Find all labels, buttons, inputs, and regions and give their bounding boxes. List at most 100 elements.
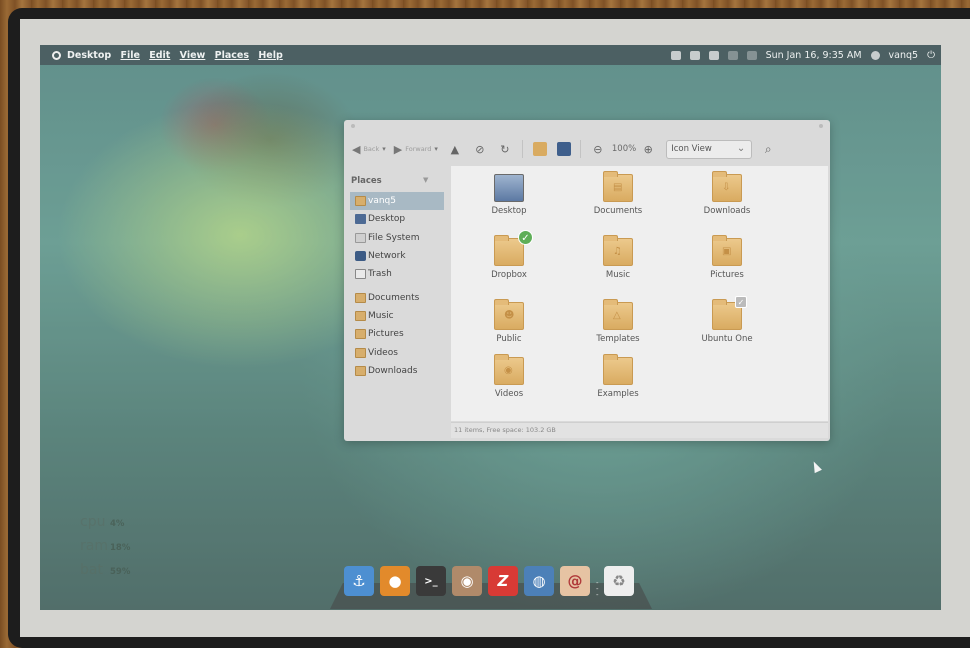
close-button[interactable] — [351, 124, 355, 128]
sidebar-item-file-system[interactable]: File System — [344, 229, 450, 247]
downloads-folder-icon: ⇩ — [712, 171, 742, 202]
speaker-icon[interactable]: ◉ — [452, 566, 482, 596]
folder-icon — [355, 347, 366, 358]
username[interactable]: vanq5 — [889, 50, 919, 61]
templates-folder-icon: △ — [603, 299, 633, 330]
drive-icon — [355, 232, 366, 243]
stat-cpu: cpu 4% — [80, 514, 125, 530]
volume-icon[interactable] — [727, 50, 738, 60]
menu-file[interactable]: File — [120, 50, 139, 61]
sidebar-item-desktop[interactable]: Desktop — [344, 210, 450, 228]
dropbox-tray-icon[interactable] — [689, 50, 700, 60]
battery-icon[interactable] — [708, 50, 719, 60]
filezilla-icon[interactable]: Z — [488, 566, 518, 596]
dock-separator: --- — [596, 579, 599, 599]
status-bar: 11 items, Free space: 103.2 GB — [451, 422, 828, 438]
back-dropdown-icon[interactable]: ▾ — [382, 145, 386, 153]
signal-icon[interactable] — [670, 50, 681, 60]
anchor-icon[interactable]: ⚓ — [344, 566, 374, 596]
places-dropdown-icon[interactable]: ▼ — [423, 176, 428, 184]
public-folder-icon: ☻ — [494, 299, 524, 330]
file-item-ubuntu-one[interactable]: ✓ Ubuntu One — [682, 296, 772, 344]
sync-check-icon: ✓ — [518, 230, 533, 245]
desktop-folder-icon — [494, 174, 524, 202]
dropbox-folder-icon: ✓ — [494, 230, 533, 266]
home-folder-icon[interactable] — [532, 142, 547, 156]
panel-tray: Sun Jan 16, 9:35 AM vanq5 ⏻ — [670, 45, 935, 65]
ubuntu-logo-icon[interactable] — [52, 50, 61, 60]
back-button[interactable]: ◀ Back ▾ — [352, 143, 386, 156]
sidebar-item-documents[interactable]: Documents — [344, 288, 450, 306]
file-item-public[interactable]: ☻ Public — [464, 299, 554, 344]
sidebar-item-videos[interactable]: Videos — [344, 343, 450, 361]
menu-edit[interactable]: Edit — [149, 50, 170, 61]
network-icon — [355, 251, 366, 262]
up-arrow-icon[interactable]: ▲ — [447, 141, 463, 157]
forward-dropdown-icon[interactable]: ▾ — [434, 145, 438, 153]
trash-icon — [355, 269, 366, 280]
file-view: Desktop ▤ Documents ⇩ Downloads ✓ Dropbo… — [451, 166, 828, 421]
sidebar-item-music[interactable]: Music — [344, 307, 450, 325]
sidebar-item-pictures[interactable]: Pictures — [344, 325, 450, 343]
folder-icon — [355, 329, 366, 340]
sidebar-item-downloads[interactable]: Downloads — [344, 362, 450, 380]
mail-icon[interactable] — [746, 50, 757, 60]
file-item-examples[interactable]: Examples — [573, 354, 663, 399]
file-item-documents[interactable]: ▤ Documents — [573, 171, 663, 216]
toolbar: ◀ Back ▾ ▶ Forward ▾ ▲ ⊘ ↻ ⊖ 100% ⊕ Icon… — [344, 134, 830, 164]
menu-places[interactable]: Places — [215, 50, 249, 61]
system-monitor-widget: cpu 4% ram 18% bat 59% — [80, 514, 130, 586]
file-item-videos[interactable]: ◉ Videos — [464, 354, 554, 399]
search-icon[interactable]: ⌕ — [760, 141, 776, 157]
ubuntu-one-folder-icon: ✓ — [712, 296, 747, 330]
zoom-out-icon[interactable]: ⊖ — [590, 141, 606, 157]
stat-ram: ram 18% — [80, 538, 131, 554]
power-icon[interactable]: ⏻ — [927, 50, 935, 61]
file-item-pictures[interactable]: ▣ Pictures — [682, 235, 772, 280]
music-folder-icon: ♫ — [603, 235, 633, 266]
forward-arrow-icon: ▶ — [393, 142, 403, 156]
maximize-button[interactable] — [819, 124, 823, 128]
window-titlebar[interactable] — [344, 120, 830, 132]
folder-icon — [355, 292, 366, 303]
sidebar-item-trash[interactable]: Trash — [344, 265, 450, 283]
file-item-music[interactable]: ♫ Music — [573, 235, 663, 280]
videos-folder-icon: ◉ — [494, 354, 524, 385]
menu-view[interactable]: View — [180, 50, 206, 61]
firefox-icon[interactable]: ● — [380, 566, 410, 596]
menu-help[interactable]: Help — [258, 50, 282, 61]
back-arrow-icon: ◀ — [352, 142, 361, 156]
places-heading[interactable]: Places ▼ — [351, 176, 450, 186]
examples-folder-icon — [603, 354, 633, 385]
file-item-downloads[interactable]: ⇩ Downloads — [682, 171, 772, 216]
check-icon: ✓ — [735, 296, 747, 308]
terminal-icon[interactable]: >_ — [416, 566, 446, 596]
file-item-desktop[interactable]: Desktop — [464, 174, 554, 216]
top-panel: Desktop File Edit View Places Help Sun J… — [40, 45, 941, 65]
desktop-icon — [355, 214, 366, 225]
stat-bat: bat 59% — [80, 562, 131, 578]
forward-button[interactable]: ▶ Forward ▾ — [394, 143, 438, 156]
user-status-icon[interactable] — [870, 50, 880, 60]
reload-icon[interactable]: ↻ — [497, 141, 513, 157]
menu-desktop[interactable]: Desktop — [67, 50, 111, 61]
menu-bar: Desktop File Edit View Places Help — [67, 50, 289, 61]
debian-icon[interactable]: @ — [560, 566, 590, 596]
computer-icon[interactable] — [556, 142, 571, 156]
file-manager-window: ◀ Back ▾ ▶ Forward ▾ ▲ ⊘ ↻ ⊖ 100% ⊕ Icon… — [344, 120, 830, 441]
file-item-dropbox[interactable]: ✓ Dropbox — [464, 230, 554, 280]
browser-icon[interactable]: ◍ — [524, 566, 554, 596]
home-folder-icon — [355, 196, 366, 207]
file-item-templates[interactable]: △ Templates — [573, 299, 663, 344]
zoom-in-icon[interactable]: ⊕ — [640, 141, 656, 157]
view-mode-select[interactable]: Icon View ⌄ — [666, 139, 753, 159]
places-sidebar: Places ▼ vanq5 Desktop File System Netwo… — [344, 166, 450, 436]
sidebar-item-network[interactable]: Network — [344, 247, 450, 265]
trash-icon[interactable]: ♻ — [604, 566, 634, 596]
sidebar-item-home[interactable]: vanq5 — [350, 192, 444, 211]
pictures-folder-icon: ▣ — [712, 235, 742, 266]
folder-icon — [355, 365, 366, 376]
clock[interactable]: Sun Jan 16, 9:35 AM — [766, 50, 862, 61]
chevron-down-icon: ⌄ — [736, 142, 746, 154]
stop-icon[interactable]: ⊘ — [472, 141, 488, 157]
